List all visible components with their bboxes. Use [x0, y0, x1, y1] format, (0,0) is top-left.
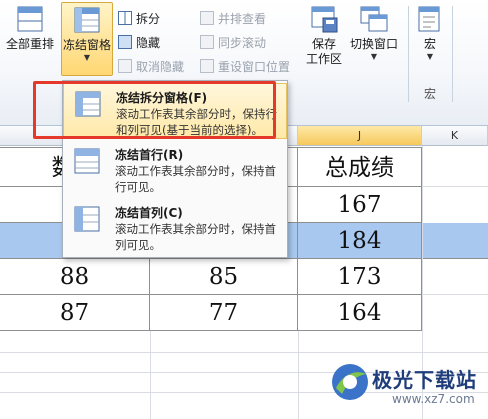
cell-value: 85: [208, 264, 239, 290]
gridline: [0, 352, 488, 353]
side-by-side-icon: [200, 11, 214, 25]
chevron-down-icon: ▼: [370, 52, 378, 61]
macros-group-label: 宏: [424, 87, 437, 101]
cell-value: 164: [337, 300, 382, 326]
hide-icon: [118, 35, 132, 49]
save-workspace-label-2: 工作区: [305, 52, 342, 66]
cell-value: 77: [208, 300, 239, 326]
arrange-all-button[interactable]: 全部重排: [0, 4, 60, 64]
split-label: 拆分: [136, 11, 161, 26]
menu-item-freeze-first-column[interactable]: 冻结首列(C) 滚动工作表其余部分时，保持首列可见。: [63, 199, 287, 255]
freeze-panes-button[interactable]: 冻结窗格 ▼: [61, 2, 113, 76]
table-cell-total[interactable]: 164: [298, 295, 422, 331]
unhide-button[interactable]: 取消隐藏: [118, 56, 184, 76]
save-workspace-label-1: 保存: [311, 37, 336, 51]
macros-icon: [418, 6, 440, 32]
gridline: [422, 294, 488, 295]
switch-windows-label: 切换窗口: [349, 37, 398, 51]
unhide-icon: [118, 59, 132, 73]
gridline: [298, 331, 299, 419]
freeze-panes-icon: [74, 7, 100, 33]
split-icon: [118, 11, 132, 25]
chevron-down-icon: ▼: [83, 53, 91, 62]
group-separator: [408, 6, 409, 102]
menu-item-freeze-top-row[interactable]: 冻结首行(R) 滚动工作表其余部分时，保持首行可见。: [63, 141, 287, 197]
freeze-first-column-icon: [74, 206, 100, 232]
split-button[interactable]: 拆分: [118, 8, 160, 28]
gridline: [150, 331, 151, 419]
table-cell[interactable]: 87: [0, 295, 150, 331]
unhide-label: 取消隐藏: [136, 59, 185, 74]
chevron-down-icon: ▼: [426, 52, 434, 61]
menu-item-description: 滚动工作表其余部分时，保持首行可见。: [115, 164, 276, 194]
menu-item-description: 滚动工作表其余部分时，保持首列可见。: [115, 222, 276, 252]
cell-value: 88: [59, 264, 90, 290]
table-cell[interactable]: 88: [0, 259, 150, 295]
menu-item-title: 冻结首列(C): [115, 206, 183, 220]
view-side-by-side-label: 并排查看: [218, 11, 267, 26]
reset-window-position-button[interactable]: 重设窗口位置: [200, 56, 290, 76]
freeze-panes-label: 冻结窗格: [62, 38, 111, 52]
cell-value: 184: [337, 228, 382, 254]
reset-window-icon: [200, 59, 214, 73]
view-side-by-side-button[interactable]: 并排查看: [200, 8, 266, 28]
arrange-all-label: 全部重排: [5, 37, 54, 51]
watermark-brand: 极光下载站: [372, 368, 477, 392]
reset-window-position-label: 重设窗口位置: [218, 59, 291, 74]
cell-value: 167: [337, 192, 382, 218]
freeze-top-row-icon: [74, 148, 100, 174]
column-header-k[interactable]: K: [422, 126, 488, 146]
watermark-url: www.xz7.com: [392, 392, 475, 406]
hide-label: 隐藏: [136, 35, 161, 50]
cell-value: 173: [337, 264, 382, 290]
table-cell[interactable]: 85: [150, 259, 298, 295]
arrange-all-icon: [17, 6, 43, 32]
menu-item-title: 冻结首行(R): [115, 148, 184, 162]
gridline: [422, 186, 488, 187]
watermark: 极光下载站 www.xz7.com: [328, 356, 488, 416]
hide-button[interactable]: 隐藏: [118, 32, 160, 52]
sync-scroll-icon: [200, 35, 214, 49]
column-k-label: K: [450, 129, 459, 142]
macros-button[interactable]: 宏 ▼: [412, 4, 448, 78]
column-j-label: J: [357, 129, 362, 142]
switch-windows-icon: [360, 6, 388, 32]
sync-scroll-label: 同步滚动: [218, 35, 267, 50]
cell-value: 87: [59, 300, 90, 326]
table-cell-total-selected[interactable]: 184: [298, 223, 422, 259]
highlight-box: [33, 81, 276, 139]
save-workspace-button[interactable]: 保存 工作区: [302, 4, 346, 78]
header-total-text: 总成绩: [325, 155, 394, 181]
table-cell[interactable]: 77: [150, 295, 298, 331]
switch-windows-button[interactable]: 切换窗口 ▼: [346, 4, 402, 78]
macros-label: 宏: [423, 37, 436, 51]
watermark-logo-icon: [332, 364, 368, 400]
group-separator: [452, 6, 453, 102]
sync-scroll-button[interactable]: 同步滚动: [200, 32, 266, 52]
column-header-j[interactable]: J: [298, 126, 422, 146]
table-cell-selected[interactable]: [422, 223, 488, 259]
table-cell-total[interactable]: 173: [298, 259, 422, 295]
save-workspace-icon: [311, 6, 338, 33]
header-cell-total[interactable]: 总成绩: [298, 147, 422, 187]
table-cell-total[interactable]: 167: [298, 187, 422, 223]
